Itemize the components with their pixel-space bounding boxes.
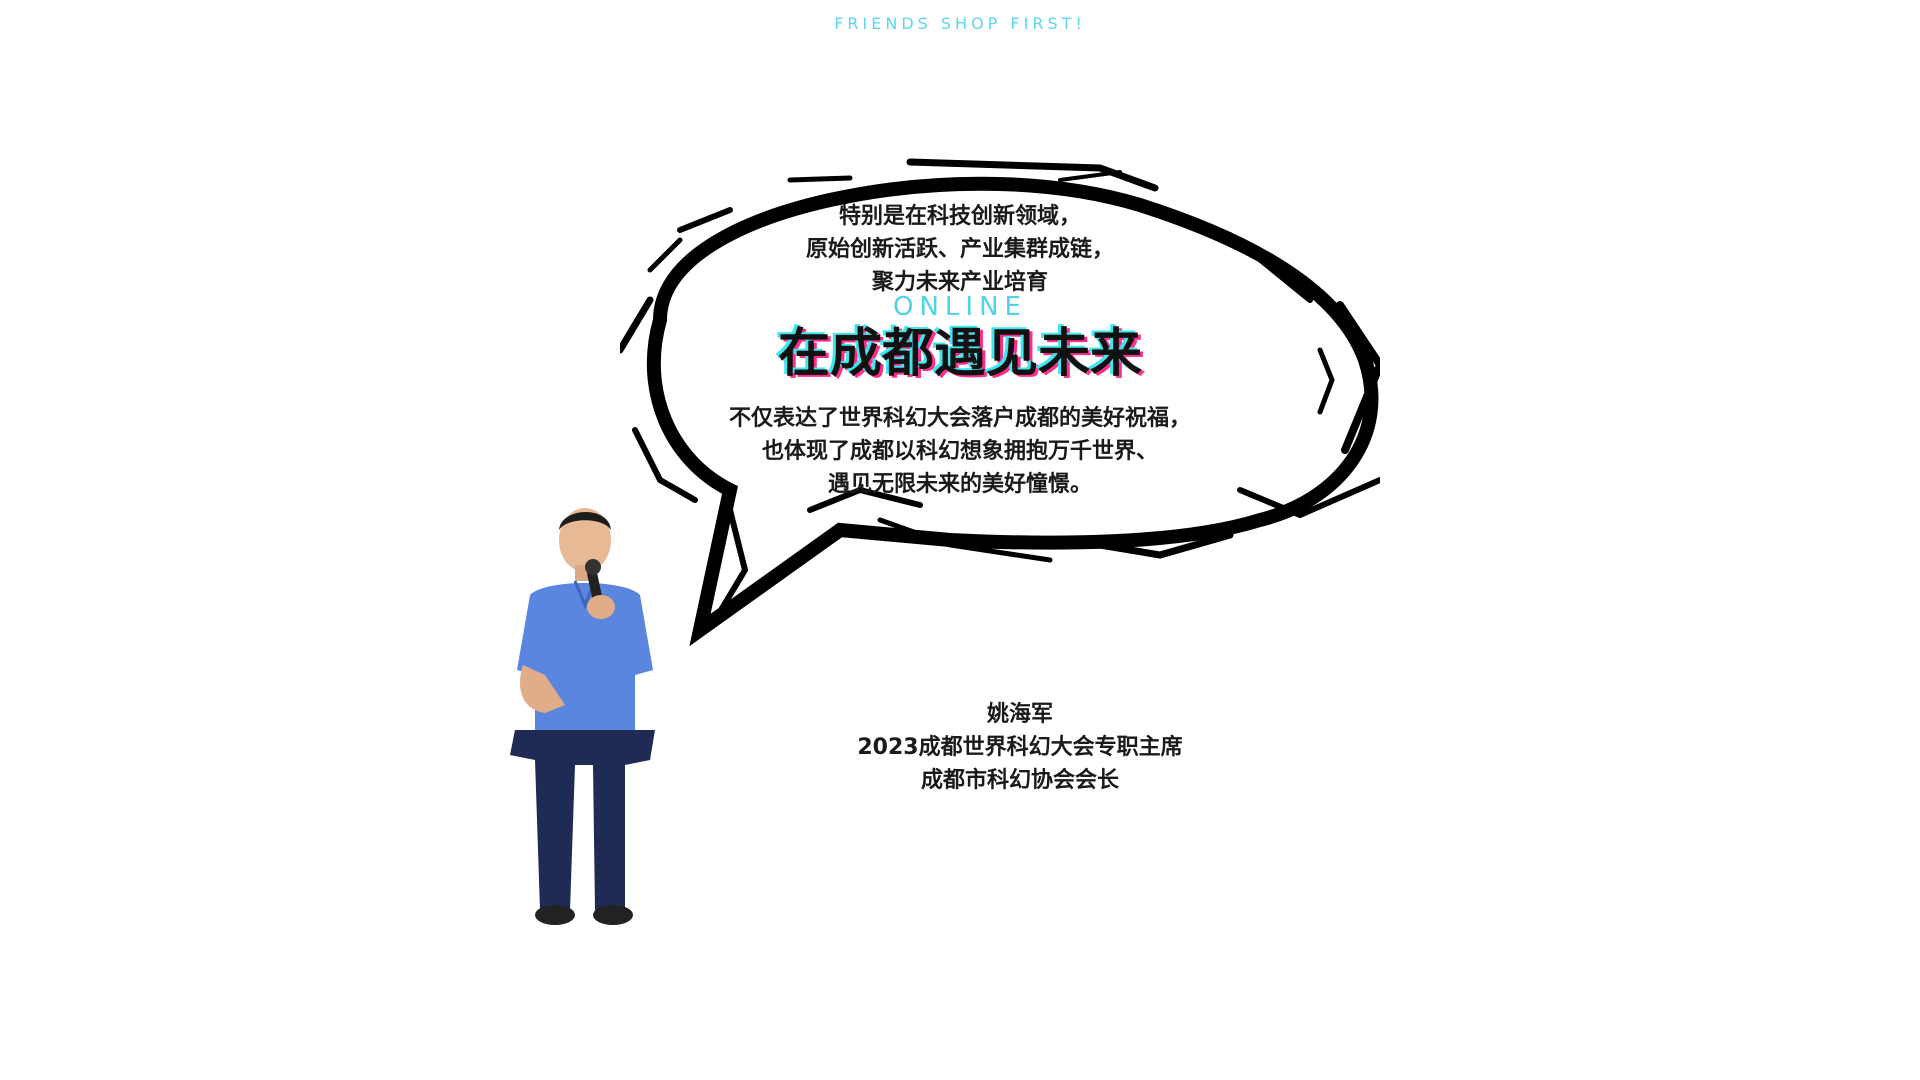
detail-line: 也体现了成都以科幻想象拥抱万千世界、 — [761, 439, 1158, 464]
detail-line: 遇见无限未来的美好憧憬。 — [827, 472, 1092, 497]
speaker-title: 2023成都世界科幻大会专职主席 — [857, 735, 1183, 760]
online-label: ONLINE — [893, 292, 1027, 322]
speaker-caption: 姚海军 2023成都世界科幻大会专职主席 成都市科幻协会会长 — [820, 698, 1220, 797]
bubble-intro-text: 特别是在科技创新领域， 原始创新活跃、产业集群成链， 聚力未来产业培育 — [0, 200, 1920, 299]
header-tagline: FRIENDS SHOP FIRST! — [834, 14, 1086, 33]
speaker-name: 姚海军 — [986, 702, 1053, 727]
intro-line: 特别是在科技创新领域， — [838, 204, 1081, 229]
detail-line: 不仅表达了世界科幻大会落户成都的美好祝福， — [728, 406, 1191, 431]
bubble-detail-text: 不仅表达了世界科幻大会落户成都的美好祝福， 也体现了成都以科幻想象拥抱万千世界、… — [0, 402, 1920, 501]
page: FRIENDS SHOP FIRST! 特别是在科技创新领域， 原始创新活跃、产… — [0, 0, 1920, 1080]
intro-line: 原始创新活跃、产业集群成链， — [805, 237, 1114, 262]
headline: 在成都遇见未来 — [777, 324, 1142, 384]
speaker-title: 成都市科幻协会会长 — [920, 768, 1119, 793]
speaker-photo — [510, 508, 655, 925]
